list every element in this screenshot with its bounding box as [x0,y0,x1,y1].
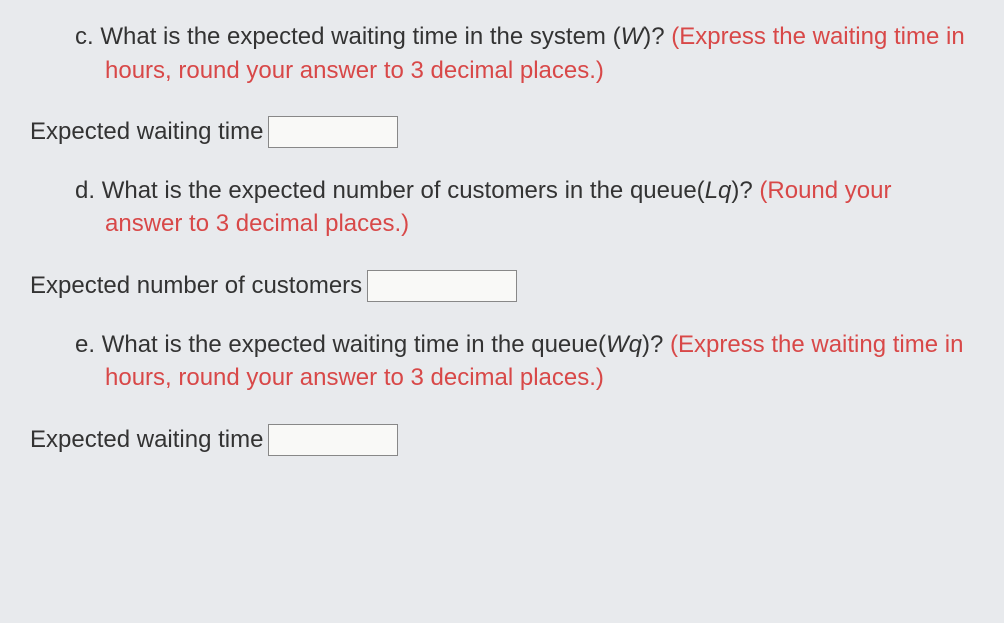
question-d-after: )? [731,177,752,204]
question-d-text: d. What is the expected number of custom… [30,174,974,241]
answer-input-e[interactable] [268,424,398,456]
question-e-text: e. What is the expected waiting time in … [30,328,974,395]
question-e-symbol: Wq [606,331,642,358]
question-c-label: c. [75,23,94,50]
question-e: e. What is the expected waiting time in … [30,328,974,457]
question-d-main: What is the expected number of customers… [102,177,705,204]
question-d-label: d. [75,177,95,204]
question-c-text: c. What is the expected waiting time in … [30,20,974,87]
question-e-after: )? [642,331,663,358]
question-c-after: )? [643,23,664,50]
question-c: c. What is the expected waiting time in … [30,20,974,149]
answer-row-d: Expected number of customers [30,269,974,303]
question-d: d. What is the expected number of custom… [30,174,974,303]
question-c-main: What is the expected waiting time in the… [100,23,620,50]
answer-input-c[interactable] [268,116,398,148]
question-e-main: What is the expected waiting time in the… [102,331,606,358]
answer-label-e: Expected waiting time [30,423,263,457]
answer-input-d[interactable] [367,270,517,302]
question-d-symbol: Lq [705,177,732,204]
question-e-label: e. [75,331,95,358]
answer-label-c: Expected waiting time [30,115,263,149]
answer-row-e: Expected waiting time [30,423,974,457]
question-c-symbol: W [621,23,644,50]
answer-row-c: Expected waiting time [30,115,974,149]
answer-label-d: Expected number of customers [30,269,362,303]
